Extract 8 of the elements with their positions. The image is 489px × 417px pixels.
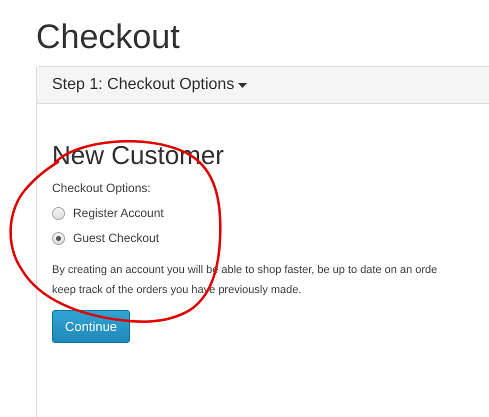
page-title: Checkout [35,17,181,58]
radio-label[interactable]: Guest Checkout [73,231,160,246]
radio-label[interactable]: Register Account [73,206,164,221]
options-label: Checkout Options: [52,180,152,196]
radio-button[interactable] [52,207,65,220]
panel-header[interactable]: Step 1: Checkout Options [37,67,489,104]
panel-title: Step 1: Checkout Options [52,76,234,94]
radio-button[interactable] [52,232,65,245]
